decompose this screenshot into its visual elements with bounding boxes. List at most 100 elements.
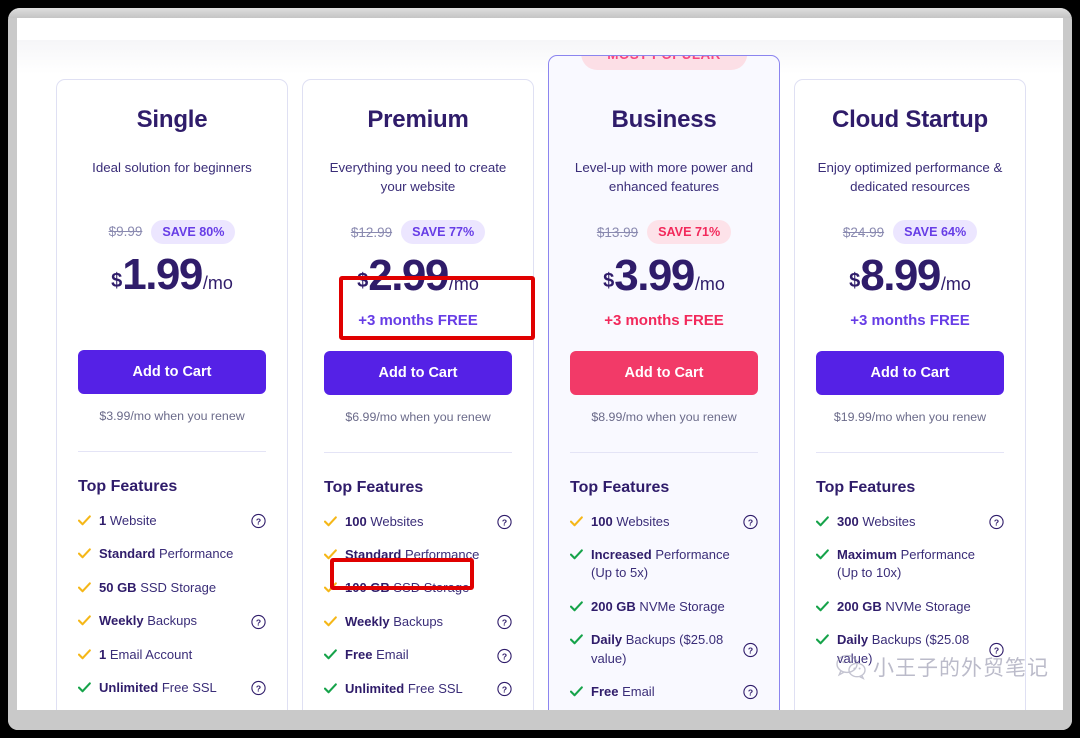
- help-icon[interactable]: ?: [743, 685, 758, 700]
- features-list: 1 Website?Standard Performance50 GB SSD …: [78, 512, 266, 698]
- help-icon[interactable]: ?: [251, 514, 266, 529]
- feature-item: Weekly Backups?: [324, 613, 512, 631]
- feature-label: Daily Backups ($25.08 value): [837, 631, 980, 668]
- feature-label: 100 Websites: [345, 513, 424, 531]
- feature-description: Website: [106, 513, 156, 528]
- feature-item: Weekly Backups?: [78, 612, 266, 630]
- feature-item: Daily Backups ($25.08 value)?: [816, 631, 1004, 668]
- feature-value: 50 GB: [99, 580, 137, 595]
- add-to-cart-button[interactable]: Add to Cart: [78, 350, 266, 394]
- free-months-note: +3 months FREE: [324, 312, 512, 332]
- feature-description: Free SSL: [158, 680, 217, 695]
- feature-description: Performance: [155, 546, 233, 561]
- add-to-cart-button[interactable]: Add to Cart: [816, 351, 1004, 395]
- feature-value: Daily: [837, 632, 868, 647]
- price-amount: 3.99: [614, 254, 694, 298]
- svg-text:?: ?: [256, 684, 261, 694]
- help-icon[interactable]: ?: [497, 682, 512, 697]
- feature-label: Increased Performance (Up to 5x): [591, 546, 734, 583]
- feature-item: 50 GB SSD Storage: [78, 579, 266, 597]
- help-icon[interactable]: ?: [989, 642, 1004, 657]
- feature-description: Email: [618, 684, 654, 699]
- price-period: /mo: [449, 274, 479, 295]
- svg-text:?: ?: [502, 618, 507, 628]
- feature-label: Free Email: [591, 683, 655, 701]
- free-months-note: +3 months FREE: [816, 312, 1004, 332]
- feature-value: 100: [345, 514, 367, 529]
- feature-label: Standard Performance: [99, 545, 233, 563]
- help-icon[interactable]: ?: [743, 642, 758, 657]
- check-icon: [324, 616, 337, 627]
- check-icon: [816, 634, 829, 645]
- plan-name: Single: [78, 106, 266, 134]
- check-icon: [324, 582, 337, 593]
- feature-description: Email: [372, 647, 408, 662]
- check-icon: [570, 686, 583, 697]
- feature-item: Unlimited Free SSL?: [78, 679, 266, 697]
- feature-item: 200 GB NVMe Storage: [570, 598, 758, 616]
- plan-description: Ideal solution for beginners: [78, 158, 266, 196]
- help-icon[interactable]: ?: [989, 514, 1004, 529]
- screenshot-window-frame: SingleIdeal solution for beginners$9.99S…: [8, 8, 1072, 730]
- feature-label: Unlimited Free SSL: [345, 680, 463, 698]
- svg-text:?: ?: [502, 651, 507, 661]
- feature-item: Standard Performance: [78, 545, 266, 563]
- current-price: $1.99/mo: [78, 253, 266, 303]
- feature-label: 200 GB NVMe Storage: [591, 598, 725, 616]
- feature-description: Websites: [613, 514, 670, 529]
- help-icon[interactable]: ?: [497, 615, 512, 630]
- check-icon: [324, 683, 337, 694]
- help-icon[interactable]: ?: [497, 514, 512, 529]
- feature-value: Standard: [345, 547, 401, 562]
- discount-row: $13.99SAVE 71%: [570, 219, 758, 246]
- feature-description: Performance: [401, 547, 479, 562]
- add-to-cart-button[interactable]: Add to Cart: [570, 351, 758, 395]
- price-amount: 1.99: [122, 253, 202, 297]
- feature-value: Free: [345, 647, 372, 662]
- svg-text:?: ?: [994, 645, 999, 655]
- feature-label: 100 Websites: [591, 513, 670, 531]
- feature-item: 100 GB SSD Storage: [324, 579, 512, 597]
- check-icon: [78, 615, 91, 626]
- feature-value: Weekly: [345, 614, 390, 629]
- price-period: /mo: [941, 274, 971, 295]
- feature-label: Weekly Backups: [345, 613, 443, 631]
- feature-value: 200 GB: [837, 599, 882, 614]
- price-period: /mo: [695, 274, 725, 295]
- help-icon[interactable]: ?: [251, 681, 266, 696]
- plan-card-business: MOST POPULARBusinessLevel-up with more p…: [548, 55, 780, 710]
- feature-label: Free Email: [345, 646, 409, 664]
- price-currency: $: [849, 270, 860, 293]
- help-icon[interactable]: ?: [251, 614, 266, 629]
- feature-value: 200 GB: [591, 599, 636, 614]
- price-amount: 8.99: [860, 254, 940, 298]
- feature-item: 100 Websites?: [324, 513, 512, 531]
- plan-description: Enjoy optimized performance & dedicated …: [816, 158, 1004, 197]
- feature-value: Maximum: [837, 547, 897, 562]
- price-currency: $: [357, 270, 368, 293]
- features-heading: Top Features: [816, 479, 1004, 497]
- plan-description: Level-up with more power and enhanced fe…: [570, 158, 758, 197]
- feature-label: 1 Email Account: [99, 646, 192, 664]
- check-icon: [78, 582, 91, 593]
- help-icon[interactable]: ?: [743, 514, 758, 529]
- most-popular-badge: MOST POPULAR: [581, 55, 747, 70]
- feature-label: Unlimited Free SSL: [99, 679, 217, 697]
- check-icon: [78, 548, 91, 559]
- save-badge: SAVE 77%: [401, 220, 485, 244]
- feature-item: Maximum Performance (Up to 10x): [816, 546, 1004, 583]
- current-price: $8.99/mo: [816, 254, 1004, 304]
- add-to-cart-button[interactable]: Add to Cart: [324, 351, 512, 395]
- svg-text:?: ?: [994, 517, 999, 527]
- renewal-price-note: $8.99/mo when you renew: [570, 410, 758, 424]
- check-icon: [816, 516, 829, 527]
- help-icon[interactable]: ?: [497, 648, 512, 663]
- check-icon: [570, 634, 583, 645]
- feature-value: Increased: [591, 547, 652, 562]
- feature-item: Daily Backups ($25.08 value)?: [570, 631, 758, 668]
- svg-text:?: ?: [748, 517, 753, 527]
- plan-card-premium: PremiumEverything you need to create you…: [302, 79, 534, 710]
- feature-item: 200 GB NVMe Storage: [816, 598, 1004, 616]
- save-badge: SAVE 80%: [151, 220, 235, 244]
- feature-item: 300 Websites?: [816, 513, 1004, 531]
